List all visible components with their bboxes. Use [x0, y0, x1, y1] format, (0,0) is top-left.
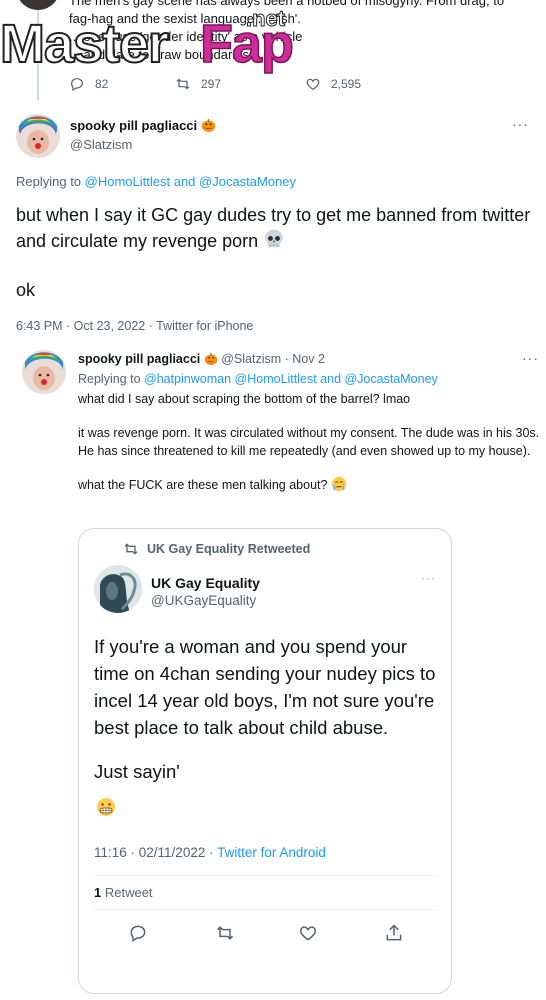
reply-icon [130, 925, 146, 942]
crying-face-icon [331, 476, 347, 492]
skull-icon [265, 229, 283, 247]
heart-icon [306, 78, 320, 91]
main-tweet-handle[interactable]: @Slatzism [70, 137, 132, 152]
embedded-tweet-actions [79, 923, 451, 947]
embedded-handle[interactable]: @UKGayEquality [151, 593, 256, 608]
like-count: 2,595 [331, 77, 362, 91]
reply-paragraph: what did I say about scraping the bottom… [78, 392, 411, 406]
retweet-icon [216, 926, 234, 940]
share-icon [386, 924, 402, 941]
previous-tweet: The men's gay scene has always been a ho… [0, 0, 546, 100]
more-options-icon[interactable]: ··· [522, 350, 539, 366]
main-tweet: spooky pill pagliacci @Slatzism ··· Repl… [0, 106, 546, 346]
divider [94, 909, 438, 910]
reply-paragraph: it was revenge porn. It was circulated w… [78, 426, 540, 458]
reply-handle-date[interactable]: @Slatzism · Nov 2 [221, 352, 325, 366]
rainbow-hair-avatar-icon [22, 350, 66, 394]
main-tweet-timestamp[interactable]: 6:43 PM · Oct 23, 2022 · Twitter for iPh… [16, 319, 253, 333]
retweeted-by: UK Gay Equality Retweeted [123, 541, 310, 557]
heart-icon [299, 926, 317, 941]
thread-connector-line [37, 10, 39, 100]
replying-to-label: Replying to [16, 174, 85, 189]
reply-tweet-header: spooky pill pagliacci @Slatzism · Nov 2 [78, 352, 325, 366]
reply-button[interactable]: 82 [69, 76, 108, 92]
replying-to: Replying to @HomoLittlest and @JocastaMo… [16, 174, 296, 189]
embedded-tweet-text: If you're a woman and you spend your tim… [94, 636, 436, 738]
like-button[interactable]: 2,595 [305, 76, 361, 92]
embedded-tweet-card[interactable]: UK Gay Equality Retweeted UK Gay Equalit… [78, 528, 452, 994]
profile-photo-icon [94, 565, 142, 613]
retweet-icon [124, 543, 138, 555]
embedded-source-link[interactable]: Twitter for Android [217, 845, 326, 860]
more-options-icon[interactable]: ··· [421, 571, 436, 585]
reply-paragraph-last: what the FUCK are these men talking abou… [78, 476, 540, 494]
previous-tweet-avatar[interactable] [16, 0, 60, 10]
main-tweet-text: but when I say it GC gay dudes try to ge… [16, 202, 536, 254]
retweet-button[interactable] [215, 923, 235, 943]
replying-to-label: Replying to [78, 372, 145, 386]
previous-tweet-line: The men's gay scene has always been a ho… [69, 0, 505, 8]
reply-tweet: spooky pill pagliacci @Slatzism · Nov 2 … [0, 346, 546, 1000]
reply-count: 82 [95, 77, 109, 91]
more-options-icon[interactable]: ··· [512, 116, 529, 132]
embedded-tweet-text-2: Just sayin' [94, 761, 180, 782]
retweet-count: 297 [201, 77, 222, 91]
grimacing-face-icon [96, 797, 116, 822]
reply-paragraph-text: what the FUCK are these men talking abou… [78, 478, 328, 492]
replying-to-users-link[interactable]: @hatpinwoman @HomoLittlest and @JocastaM… [144, 372, 438, 386]
jack-o-lantern-icon [204, 353, 218, 365]
main-tweet-avatar[interactable] [16, 114, 60, 158]
retweet-icon [176, 78, 190, 90]
jack-o-lantern-icon [201, 119, 216, 132]
previous-tweet-line: ... ones use 'gender identity' as a vehi… [69, 29, 303, 44]
reply-tweet-text: what did I say about scraping the bottom… [78, 390, 540, 510]
retweet-stat-label: Retweet [101, 885, 153, 900]
replying-to-users-link[interactable]: @HomoLittlest and @JocastaMoney [85, 174, 296, 189]
embedded-tweet-timestamp: 11:16 · 02/11/2022 · Twitter for Android [94, 845, 326, 860]
embedded-tweet-avatar[interactable] [94, 565, 142, 613]
retweet-button[interactable]: 297 [175, 76, 221, 92]
share-button[interactable] [384, 923, 404, 943]
reply-button[interactable] [128, 923, 148, 943]
embedded-time[interactable]: 11:16 · 02/11/2022 · [94, 845, 217, 860]
main-tweet-ok: ok [16, 280, 36, 300]
replying-to: Replying to @hatpinwoman @HomoLittlest a… [78, 372, 438, 386]
reply-icon [71, 78, 83, 92]
like-button[interactable] [298, 923, 318, 943]
reply-display-name[interactable]: spooky pill pagliacci [78, 352, 200, 366]
reply-tweet-avatar[interactable] [22, 350, 66, 394]
previous-tweet-actions: 82 297 2,595 [69, 76, 469, 94]
previous-tweet-line: ... and dare to draw boundaries [69, 47, 249, 62]
embedded-display-name[interactable]: UK Gay Equality [151, 575, 260, 591]
divider [94, 875, 438, 876]
display-name-text: spooky pill pagliacci [70, 118, 198, 133]
rainbow-hair-avatar-icon [16, 114, 60, 158]
retweet-stats[interactable]: 1 Retweet [94, 885, 153, 900]
previous-tweet-line: fag-hag and the sexist language ... 'fis… [69, 11, 301, 26]
retweeted-by-label: UK Gay Equality Retweeted [147, 542, 311, 556]
previous-tweet-text: The men's gay scene has always been a ho… [69, 0, 539, 64]
main-tweet-display-name[interactable]: spooky pill pagliacci [70, 118, 216, 133]
